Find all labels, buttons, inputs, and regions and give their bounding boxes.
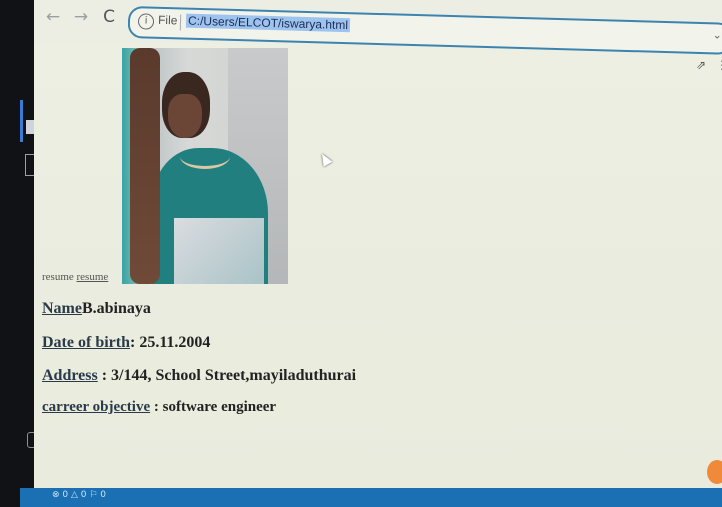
menu-icon[interactable]: ⋮	[716, 58, 722, 72]
forward-icon[interactable]: →	[70, 6, 92, 28]
objective-label[interactable]: carreer objective	[42, 399, 150, 415]
url-text[interactable]: C:/Users/ELCOT/iswarya.html	[185, 13, 351, 33]
share-icon[interactable]: ⇗	[696, 58, 706, 72]
name-label[interactable]: Name	[42, 300, 82, 317]
mouse-cursor-icon	[317, 151, 333, 167]
address-value: : 3/144, School Street,mayiladuthurai	[97, 367, 357, 384]
scheme-label: File	[157, 12, 178, 28]
status-counts[interactable]: ⊗ 0 △ 0 ⚐ 0	[52, 490, 106, 500]
dob-value: : 25.11.2004	[129, 334, 211, 351]
image-alt-text: resume resume	[42, 271, 108, 283]
address-label[interactable]: Address	[42, 367, 98, 384]
name-value: B.abinaya	[81, 300, 151, 317]
active-indicator	[20, 100, 23, 142]
status-bar: ⊗ 0 △ 0 ⚐ 0	[20, 488, 722, 507]
dob-row: Date of birth: 25.11.2004	[42, 334, 210, 352]
info-icon[interactable]: i	[137, 13, 155, 30]
objective-row: carreer objective : software engineer	[42, 399, 276, 416]
chevron-down-icon[interactable]: ⌄	[712, 28, 722, 41]
editor-sidebar	[0, 0, 38, 507]
alt-label: resume	[42, 271, 74, 283]
explorer-icon[interactable]	[26, 120, 34, 134]
objective-value: : software engineer	[150, 399, 277, 415]
reload-icon[interactable]: C	[98, 6, 120, 28]
browser-toolbar: ← → C i File C:/Users/ELCOT/iswarya.html…	[34, 0, 722, 55]
address-row: Address : 3/144, School Street,mayiladut…	[42, 367, 356, 385]
profile-photo	[122, 48, 288, 284]
name-row: NameB.abinaya	[42, 300, 151, 318]
resume-link[interactable]: resume	[77, 271, 109, 283]
divider	[179, 14, 182, 31]
browser-window: ← → C i File C:/Users/ELCOT/iswarya.html…	[34, 0, 722, 490]
back-icon[interactable]: ←	[42, 6, 64, 28]
dob-label[interactable]: Date of birth	[42, 334, 130, 351]
notification-dot-icon[interactable]	[707, 460, 722, 484]
